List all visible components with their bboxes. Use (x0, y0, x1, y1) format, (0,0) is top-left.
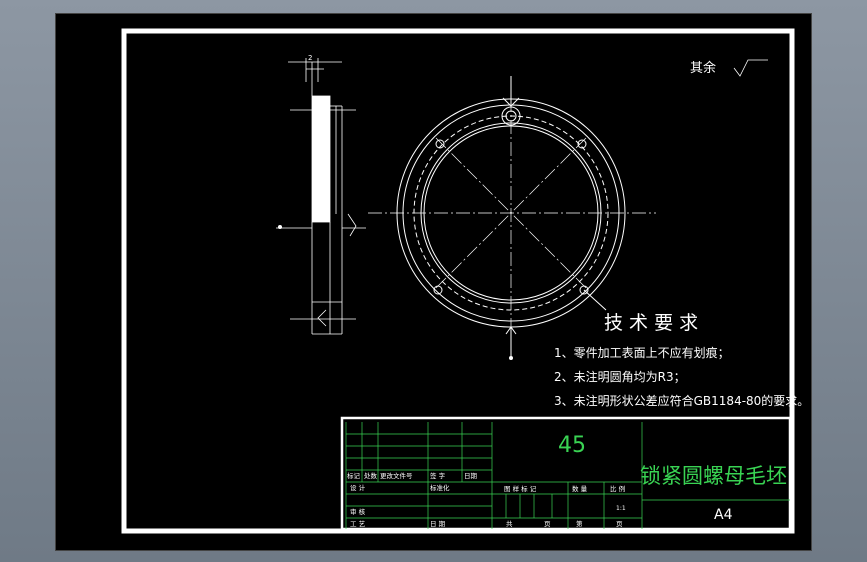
svg-text:标准化: 标准化 (430, 483, 450, 492)
tech-req-item-1: 1、零件加工表面上不应有划痕； (554, 345, 730, 360)
svg-text:数 量: 数 量 (572, 484, 588, 493)
tech-req-item-2: 2、未注明圆角均为R3； (554, 369, 686, 384)
tech-req-item-3: 3、未注明形状公差应符合GB1184-80的要求。 (554, 393, 809, 408)
svg-text:审 核: 审 核 (350, 507, 366, 516)
svg-text:日 期: 日 期 (430, 520, 446, 528)
svg-text:更改文件号: 更改文件号 (380, 471, 413, 480)
frame-border (121, 28, 795, 534)
side-view (276, 58, 366, 335)
svg-text:第: 第 (576, 519, 583, 528)
top-dimension: 2 (308, 54, 312, 62)
svg-text:设 计: 设 计 (350, 483, 366, 492)
scale: 1:1 (616, 505, 626, 512)
material: 45 (558, 433, 586, 458)
svg-text:图 样 标 记: 图 样 标 记 (504, 484, 537, 493)
roughness-note: 其余 (690, 60, 716, 76)
roughness-symbol (733, 59, 768, 77)
svg-text:日期: 日期 (464, 472, 478, 480)
part-name: 锁紧圆螺母毛坯 (640, 464, 787, 488)
svg-text:标记: 标记 (347, 471, 361, 480)
svg-text:共: 共 (506, 519, 513, 528)
svg-text:签 字: 签 字 (430, 471, 446, 480)
svg-text:工 艺: 工 艺 (350, 520, 366, 528)
bottom-leader-dot (509, 356, 513, 360)
paper-size: A4 (714, 507, 733, 523)
tech-req-title: 技 术 要 求 (604, 312, 698, 334)
title-block-labels: 标记 处数 更改文件号 签 字 日期 设 计 标准化 图 样 标 记 数 量 比… (347, 471, 625, 528)
cad-drawing: 其余 2 技 术 要 求 1、零件加工表面上不应有划痕； 2、未注明圆角均为R3… (121, 28, 809, 534)
svg-text:处数: 处数 (364, 471, 378, 480)
datum-dot (278, 225, 282, 229)
svg-text:页: 页 (616, 520, 623, 528)
svg-text:页: 页 (544, 520, 551, 528)
svg-text:比 例: 比 例 (610, 484, 625, 493)
drawing-sheet: 其余 2 技 术 要 求 1、零件加工表面上不应有划痕； 2、未注明圆角均为R3… (55, 13, 812, 551)
